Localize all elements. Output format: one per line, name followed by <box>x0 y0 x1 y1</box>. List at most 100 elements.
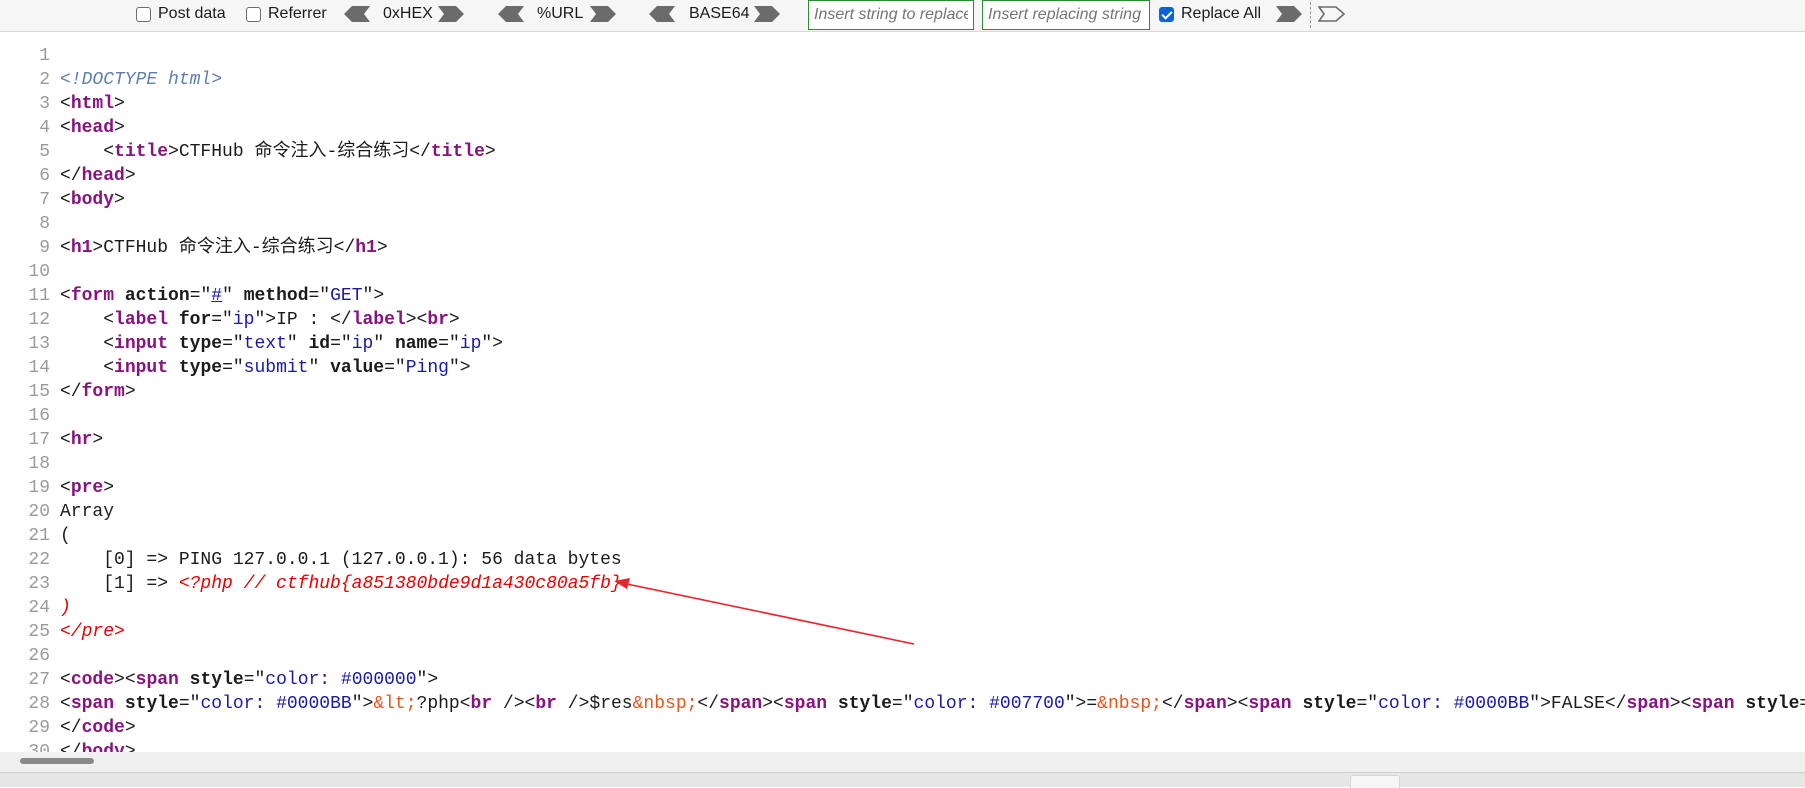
code-token: =" <box>1799 694 1805 714</box>
line-number: 29 <box>28 718 50 738</box>
line-code: <span style="color: #0000BB">&lt;?php<br… <box>60 692 1805 716</box>
code-token: </ <box>60 382 82 402</box>
code-token: < <box>60 94 71 114</box>
code-token: />< <box>492 694 536 714</box>
code-token: < <box>60 310 115 330</box>
code-token: method <box>243 286 309 306</box>
code-token: ">IP : </ <box>254 310 352 330</box>
referrer-label: Referrer <box>268 5 327 22</box>
code-token: label <box>351 310 406 330</box>
referrer-toggle[interactable]: Referrer <box>246 0 327 28</box>
code-token: < <box>60 334 115 354</box>
line-code: <html> <box>60 92 125 116</box>
code-token: ip <box>232 310 255 330</box>
code-token: body <box>81 742 125 752</box>
code-token: </ <box>1161 694 1184 714</box>
line-number: 14 <box>28 358 50 378</box>
code-token: span <box>1248 694 1292 714</box>
toolbar-divider <box>1310 2 1311 28</box>
code-token: span <box>70 694 115 714</box>
line-number: 17 <box>28 430 50 450</box>
post-data-toggle[interactable]: Post data <box>136 0 226 28</box>
code-token: />$res <box>556 694 633 714</box>
code-token: =" <box>1356 694 1379 714</box>
line-number: 15 <box>28 382 50 402</box>
line-number: 6 <box>39 166 50 186</box>
referrer-checkbox[interactable] <box>246 6 261 22</box>
code-token: > <box>114 118 125 138</box>
line-code: <!DOCTYPE html> <box>60 68 222 92</box>
view-source-editor[interactable]: 1 2 <!DOCTYPE html> 3 <html> 4 <head> 5 <title>… <box>0 44 1805 752</box>
replace-all-toggle[interactable]: Replace All <box>1159 0 1261 28</box>
url-decode-arrow-icon[interactable] <box>496 5 524 23</box>
status-tab[interactable] <box>1350 775 1400 788</box>
code-token: style <box>189 670 244 690</box>
line-code: [0] => PING 127.0.0.1 (127.0.0.1): 56 da… <box>60 548 622 572</box>
code-token: span <box>135 670 179 690</box>
status-bar <box>0 772 1805 788</box>
code-token: head <box>70 118 115 138</box>
line-number: 27 <box>28 670 50 690</box>
code-token: input <box>114 334 169 354</box>
line-number: 2 <box>39 70 50 90</box>
code-token: > <box>92 430 104 450</box>
code-token: < <box>60 430 71 450</box>
hex-encode-arrow-icon[interactable] <box>438 5 466 23</box>
line-number: 22 <box>28 550 50 570</box>
source-link[interactable]: # <box>211 286 222 306</box>
code-token: "> <box>481 334 503 354</box>
code-token: " <box>222 286 244 306</box>
base64-decode-arrow-icon[interactable] <box>647 5 675 23</box>
code-token: =" <box>891 694 914 714</box>
code-token: pre <box>70 478 104 498</box>
replace-all-checkbox[interactable] <box>1159 6 1174 22</box>
hex-decode-arrow-icon[interactable] <box>342 5 370 23</box>
post-data-checkbox[interactable] <box>136 6 151 22</box>
code-token: span <box>1626 694 1670 714</box>
code-token: submit <box>243 358 309 378</box>
code-token: </ <box>60 718 82 738</box>
line-code: <code><span style="color: #000000"> <box>60 668 438 692</box>
line-number: 18 <box>28 454 50 474</box>
code-token: &nbsp; <box>632 694 698 714</box>
code-token: </ <box>697 694 720 714</box>
replace-string-input[interactable] <box>982 0 1150 30</box>
code-token: text <box>243 334 287 354</box>
line-code: <form action="#" method="GET"> <box>60 284 384 308</box>
execute-arrow-icon[interactable] <box>1318 5 1346 23</box>
code-token: [0] => PING 127.0.0.1 (127.0.0.1): 56 da… <box>60 550 622 570</box>
code-token: code <box>70 670 115 690</box>
line-number: 21 <box>28 526 50 546</box>
code-token: <!DOCTYPE html> <box>60 70 223 90</box>
code-token: style <box>124 694 179 714</box>
code-token: >< <box>405 310 428 330</box>
url-encode-arrow-icon[interactable] <box>590 5 618 23</box>
code-token: < <box>60 478 71 498</box>
scrollbar-thumb[interactable] <box>20 758 94 764</box>
line-code: <pre> <box>60 476 114 500</box>
code-token: </ <box>60 742 82 752</box>
code-token: ) <box>60 598 71 618</box>
code-token: span <box>1691 694 1735 714</box>
code-token: h1 <box>355 238 377 258</box>
code-token: &nbsp; <box>1097 694 1162 714</box>
line-code: <title>CTFHub 命令注入-综合练习</title> <box>60 140 495 164</box>
line-code: </body> <box>60 740 136 752</box>
find-string-input[interactable] <box>808 0 974 30</box>
horizontal-scrollbar[interactable] <box>0 752 1805 772</box>
replace-go-arrow-icon[interactable] <box>1276 5 1304 23</box>
base64-encode-arrow-icon[interactable] <box>754 5 782 23</box>
code-token: ?php< <box>416 694 471 714</box>
line-number: 8 <box>39 214 50 234</box>
line-code: ) <box>60 596 71 620</box>
code-token: > <box>124 718 136 738</box>
line-number: 30 <box>28 742 50 752</box>
line-code: [1] => <?php // ctfhub{a851380bde9d1a430… <box>60 572 622 596</box>
code-token: ( <box>60 526 71 546</box>
code-token: color: #000000 <box>265 670 417 690</box>
code-token: title <box>114 142 169 162</box>
line-number: 9 <box>39 238 50 258</box>
code-token: ip <box>459 334 482 354</box>
